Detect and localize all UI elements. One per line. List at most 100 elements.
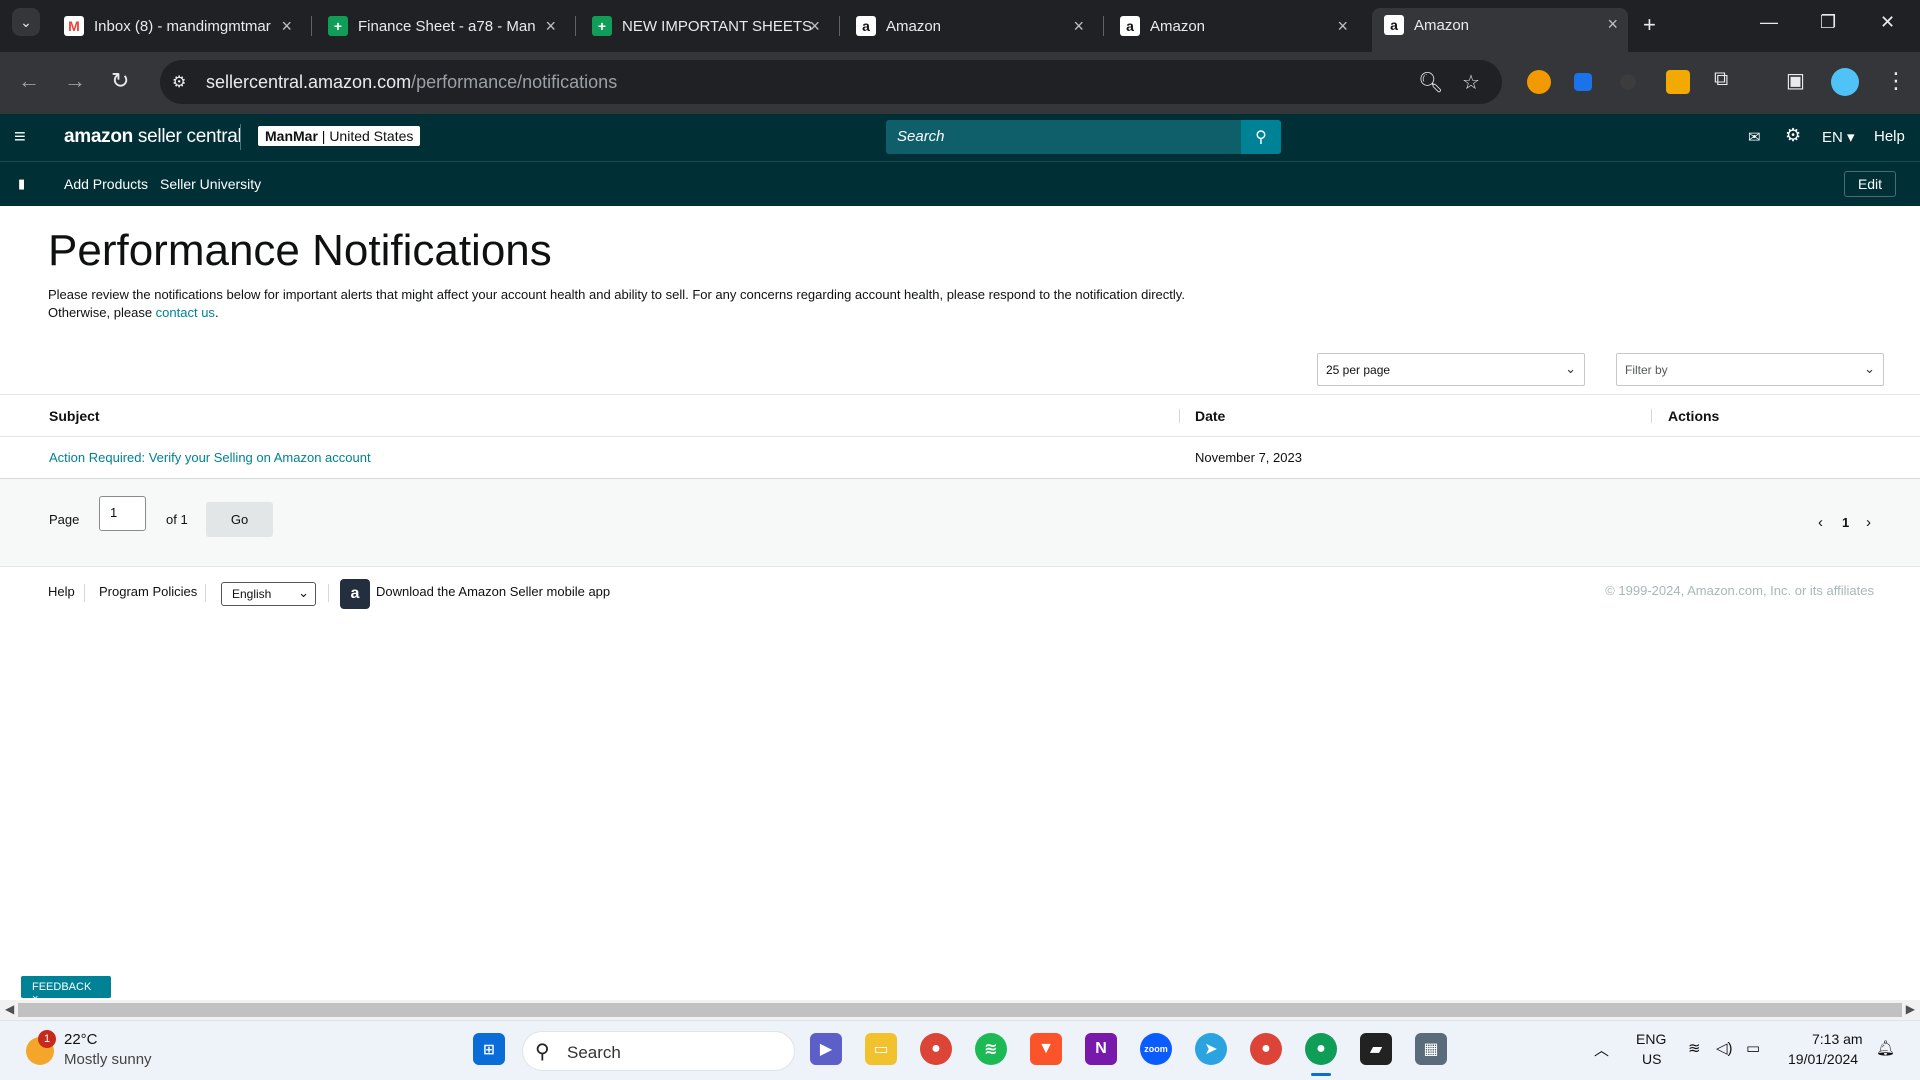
mail-icon[interactable]: ✉ [1748, 128, 1761, 146]
taskbar-search[interactable]: ⚲ Search [522, 1031, 795, 1071]
menu-dots-icon[interactable]: ⋮ [1885, 68, 1907, 94]
nav-seller-university[interactable]: Seller University [160, 176, 261, 192]
address-bar[interactable]: ⚙ sellercentral.amazon.com/performance/n… [160, 60, 1502, 104]
seller-central-logo[interactable]: amazon seller central [64, 126, 242, 148]
chrome-icon[interactable]: ● [920, 1033, 952, 1065]
weather-badge: 1 [38, 1030, 56, 1048]
bookmark-icon[interactable]: ▮ [18, 176, 25, 192]
battery-icon[interactable]: ▭ [1746, 1039, 1760, 1057]
restore-icon[interactable]: ❐ [1820, 12, 1836, 33]
close-icon[interactable]: × [1607, 14, 1618, 34]
settings-gear-icon[interactable]: ⚙ [1785, 125, 1801, 146]
hamburger-menu-icon[interactable]: ≡ [14, 126, 26, 149]
footer-program-policies-link[interactable]: Program Policies [99, 584, 197, 599]
wifi-icon[interactable]: ≋ [1688, 1039, 1701, 1057]
side-panel-icon[interactable]: ▣ [1786, 68, 1805, 93]
per-page-select[interactable]: 25 per page ⌄ [1317, 353, 1585, 386]
clock-time[interactable]: 7:13 am [1812, 1031, 1863, 1047]
tab-title: Inbox (8) - mandimgmtmar [94, 17, 271, 35]
bookmark-star-icon[interactable]: ☆ [1462, 70, 1480, 95]
windows-taskbar: 1 22°C Mostly sunny ⊞ ⚲ Search ▶ ▭ ● ≋ ▼… [0, 1020, 1920, 1080]
download-app-link[interactable]: Download the Amazon Seller mobile app [376, 584, 610, 599]
help-link[interactable]: Help [1874, 128, 1905, 145]
profile-avatar[interactable] [1831, 68, 1859, 96]
page-total: of 1 [166, 512, 188, 527]
close-icon[interactable]: × [1073, 16, 1084, 36]
site-info-icon[interactable]: ⚙ [172, 72, 186, 92]
contact-us-link[interactable]: contact us [156, 305, 215, 320]
tab-amazon-2[interactable]: a Amazon × [1108, 10, 1358, 42]
reload-icon[interactable]: ↻ [111, 68, 129, 94]
footer-language-select[interactable]: English ⌄ [221, 582, 316, 606]
chrome-active-icon[interactable]: ● [1305, 1033, 1337, 1065]
zoom-icon[interactable]: 🔍︎ [1418, 70, 1443, 95]
extensions-puzzle-icon[interactable]: ⧉ [1714, 68, 1728, 91]
close-icon[interactable]: × [281, 16, 292, 36]
notification-date: November 7, 2023 [1180, 436, 1652, 479]
tab-title: Finance Sheet - a78 - Man [358, 17, 536, 35]
tab-title: Amazon [886, 17, 942, 35]
search-input[interactable]: Search [897, 128, 945, 145]
close-icon[interactable]: × [545, 16, 556, 36]
prev-page-icon[interactable]: ‹ [1818, 514, 1823, 531]
col-actions: Actions [1652, 394, 1920, 437]
volume-icon[interactable]: ◁) [1716, 1039, 1733, 1057]
chevron-down-icon: ⌄ [1565, 361, 1576, 376]
chevron-down-icon: ⌄ [1864, 361, 1875, 376]
filter-select[interactable]: Filter by ⌄ [1616, 353, 1884, 386]
calculator-icon[interactable]: ▦ [1415, 1033, 1447, 1065]
page-number-input[interactable]: 1 [99, 496, 146, 531]
page-label: Page [49, 512, 80, 527]
telegram-icon[interactable]: ➤ [1195, 1033, 1227, 1065]
horizontal-scrollbar[interactable]: ◀ ▶ [0, 1000, 1920, 1020]
tab-amazon-1[interactable]: a Amazon × [844, 10, 1094, 42]
tab-search-button[interactable]: ⌄ [12, 8, 40, 36]
nav-add-products[interactable]: Add Products [64, 176, 148, 192]
seller-central-header: ≡ amazon seller central ManMar | United … [0, 114, 1920, 162]
feedback-button[interactable]: FEEDBACK × [21, 976, 111, 1005]
seller-search[interactable]: Search ⚲ [886, 120, 1281, 154]
browser-toolbar: ← → ↻ ⚙ sellercentral.amazon.com/perform… [0, 52, 1920, 114]
show-hidden-icons-chevron-icon[interactable]: ︿ [1594, 1039, 1609, 1060]
weather-temp: 22°C [64, 1031, 98, 1048]
input-language[interactable]: ENG [1636, 1031, 1666, 1047]
taskbar-search-input[interactable]: Search [567, 1043, 621, 1063]
tab-finance-sheet[interactable]: + Finance Sheet - a78 - Man × [316, 10, 566, 42]
window-close-icon[interactable]: ✕ [1880, 12, 1895, 33]
spotify-icon[interactable]: ≋ [975, 1033, 1007, 1065]
notification-bell-icon[interactable]: 🔔︎ [1876, 1039, 1895, 1057]
language-selector[interactable]: EN ▾ [1822, 128, 1855, 146]
go-button[interactable]: Go [206, 502, 273, 537]
notification-subject-link[interactable]: Action Required: Verify your Selling on … [0, 436, 1180, 479]
amazon-seller-app-icon[interactable]: a [340, 579, 370, 609]
brave-icon[interactable]: ▼ [1030, 1033, 1062, 1065]
close-icon[interactable]: × [809, 16, 820, 36]
scrollbar-thumb[interactable] [18, 1003, 1902, 1017]
edit-button[interactable]: Edit [1844, 171, 1896, 197]
current-page[interactable]: 1 [1842, 515, 1849, 530]
new-tab-icon[interactable]: + [1643, 12, 1656, 38]
next-page-icon[interactable]: › [1866, 514, 1871, 531]
chrome-profile-icon[interactable]: ● [1250, 1033, 1282, 1065]
back-icon[interactable]: ← [18, 68, 40, 94]
zoom-icon[interactable]: zoom [1140, 1033, 1172, 1065]
clock-date[interactable]: 19/01/2024 [1788, 1051, 1858, 1067]
file-explorer-icon[interactable]: ▭ [865, 1033, 897, 1065]
extension-icon[interactable] [1620, 74, 1636, 90]
onenote-icon[interactable]: N [1085, 1033, 1117, 1065]
extension-icon[interactable] [1666, 70, 1690, 94]
extension-icon[interactable] [1527, 70, 1551, 94]
tab-gmail[interactable]: M Inbox (8) - mandimgmtmar × [52, 10, 302, 42]
start-windows-icon[interactable]: ⊞ [473, 1033, 505, 1065]
teams-chat-icon[interactable]: ▶ [810, 1033, 842, 1065]
extension-icon[interactable] [1574, 73, 1592, 91]
search-icon[interactable]: ⚲ [1241, 120, 1281, 154]
forward-icon[interactable]: → [64, 68, 86, 94]
tab-important-sheets[interactable]: + NEW IMPORTANT SHEETS × [580, 10, 830, 42]
sticky-notes-icon[interactable]: ▰ [1360, 1033, 1392, 1065]
store-selector[interactable]: ManMar | United States [258, 126, 421, 146]
close-icon[interactable]: × [1337, 16, 1348, 36]
tab-amazon-active[interactable]: a Amazon × [1372, 8, 1628, 52]
minimize-icon[interactable]: — [1760, 12, 1778, 33]
footer-help-link[interactable]: Help [48, 584, 75, 599]
